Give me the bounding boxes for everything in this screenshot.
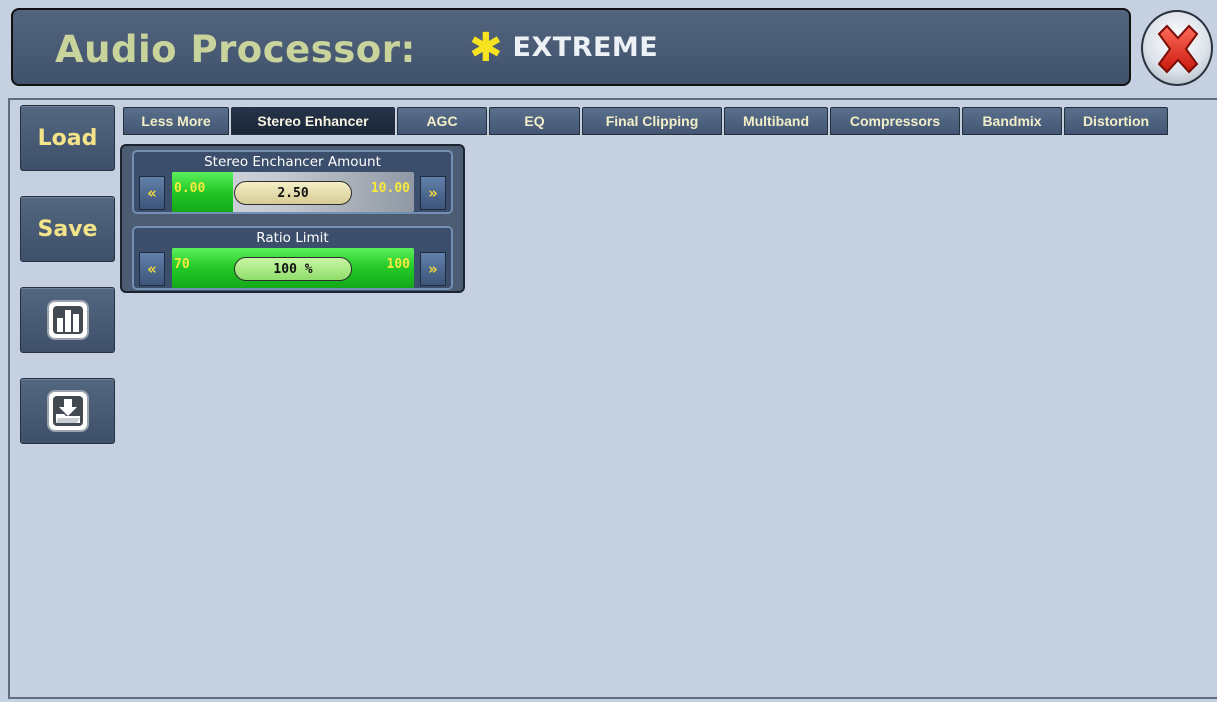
tab-agc[interactable]: AGC xyxy=(397,107,487,135)
ratio-limit-value[interactable]: 100 % xyxy=(234,257,352,281)
tab-distortion[interactable]: Distortion xyxy=(1064,107,1168,135)
stereo-enhancer-group: Stereo Enchancer Amount « 0.00 10.00 2.5… xyxy=(120,144,465,293)
asterisk-icon: ✱ xyxy=(469,24,503,71)
save-button-label: Save xyxy=(37,216,98,242)
stereo-amount-value[interactable]: 2.50 xyxy=(234,181,352,205)
tab-stereo-enhancer[interactable]: Stereo Enhancer xyxy=(231,107,395,135)
page-title: Audio Processor: xyxy=(55,28,416,71)
save-button[interactable]: Save xyxy=(20,196,115,262)
tab-final-clipping[interactable]: Final Clipping xyxy=(582,107,722,135)
ratio-limit-increase-button[interactable]: » xyxy=(420,252,446,286)
ratio-limit-slider[interactable]: 70 100 100 % xyxy=(172,248,414,288)
stereo-amount-title: Stereo Enchancer Amount xyxy=(204,154,381,170)
bar-chart-icon xyxy=(46,300,89,340)
stereo-amount-min: 0.00 xyxy=(174,181,206,196)
meters-button[interactable] xyxy=(20,287,115,353)
ratio-limit-max: 100 xyxy=(386,257,410,272)
stereo-amount-decrease-button[interactable]: « xyxy=(139,176,165,210)
ratio-limit-min: 70 xyxy=(174,257,190,272)
ratio-limit-control: Ratio Limit « 70 100 100 % » xyxy=(132,226,453,290)
download-folder-icon xyxy=(46,390,89,432)
preset-indicator: ✱ EXTREME xyxy=(469,24,659,71)
stereo-amount-control: Stereo Enchancer Amount « 0.00 10.00 2.5… xyxy=(132,150,453,214)
tab-eq[interactable]: EQ xyxy=(489,107,580,135)
tab-bandmix[interactable]: Bandmix xyxy=(962,107,1062,135)
preset-name: EXTREME xyxy=(512,32,659,63)
close-button[interactable] xyxy=(1141,10,1213,86)
ratio-limit-title: Ratio Limit xyxy=(256,230,329,246)
tab-multiband[interactable]: Multiband xyxy=(724,107,828,135)
stereo-amount-max: 10.00 xyxy=(370,181,410,196)
close-icon xyxy=(1157,24,1199,74)
import-button[interactable] xyxy=(20,378,115,444)
tab-compressors[interactable]: Compressors xyxy=(830,107,960,135)
load-button[interactable]: Load xyxy=(20,105,115,171)
ratio-limit-decrease-button[interactable]: « xyxy=(139,252,165,286)
stereo-amount-slider[interactable]: 0.00 10.00 2.50 xyxy=(172,172,414,212)
tab-less-more[interactable]: Less More xyxy=(123,107,229,135)
header-bar: Audio Processor: ✱ EXTREME xyxy=(11,8,1131,86)
stereo-amount-increase-button[interactable]: » xyxy=(420,176,446,210)
load-button-label: Load xyxy=(37,125,98,151)
